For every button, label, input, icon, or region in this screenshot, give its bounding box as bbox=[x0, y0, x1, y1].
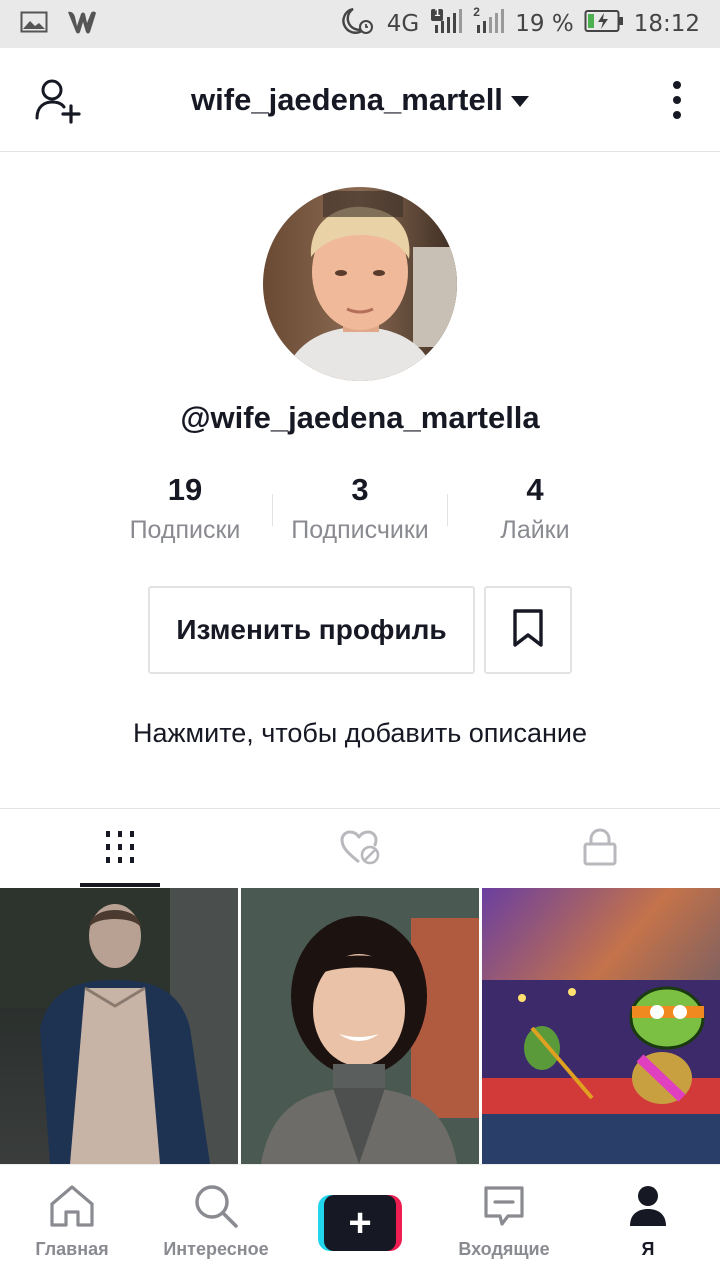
stat-label: Лайки bbox=[500, 516, 570, 544]
video-thumbnail[interactable] bbox=[241, 888, 479, 1164]
stat-following[interactable]: 19 Подписки bbox=[85, 470, 285, 545]
avatar[interactable] bbox=[263, 187, 457, 381]
stat-value: 3 bbox=[351, 472, 369, 507]
gallery-notification-icon bbox=[20, 11, 48, 38]
battery-percent: 19 % bbox=[515, 11, 574, 37]
liked-hidden-icon bbox=[339, 829, 381, 870]
nav-create[interactable]: + bbox=[288, 1165, 432, 1280]
signal-sim2-icon: 2 bbox=[473, 4, 505, 42]
search-icon bbox=[193, 1183, 239, 1234]
stat-likes[interactable]: 4 Лайки bbox=[435, 470, 635, 545]
profile-handle: @wife_jaedena_martella bbox=[180, 400, 540, 435]
add-user-icon[interactable] bbox=[34, 78, 84, 124]
bottom-navigation: Главная Интересное + Входящие Я bbox=[0, 1164, 720, 1280]
stat-followers[interactable]: 3 Подписчики bbox=[260, 470, 460, 545]
video-grid bbox=[0, 888, 720, 1164]
more-vertical-icon[interactable] bbox=[670, 80, 684, 120]
inbox-icon bbox=[482, 1184, 526, 1233]
signal-sim1-icon: 1 bbox=[429, 7, 463, 42]
wattpad-notification-icon bbox=[66, 9, 98, 40]
bookmark-icon bbox=[512, 608, 544, 653]
nav-profile[interactable]: Я bbox=[576, 1165, 720, 1280]
account-switcher[interactable]: wife_jaedena_martell bbox=[191, 82, 529, 118]
nav-label: Я bbox=[641, 1239, 655, 1259]
nav-home[interactable]: Главная bbox=[0, 1165, 144, 1280]
do-not-disturb-icon bbox=[339, 6, 377, 43]
home-icon bbox=[48, 1184, 96, 1233]
tab-liked[interactable] bbox=[240, 809, 480, 889]
nav-label: Интересное bbox=[163, 1239, 269, 1259]
clock: 18:12 bbox=[633, 11, 700, 37]
edit-profile-button[interactable]: Изменить профиль bbox=[148, 586, 475, 674]
profile-header: wife_jaedena_martell bbox=[0, 48, 720, 152]
network-type: 4G bbox=[386, 11, 420, 37]
caret-down-icon bbox=[510, 96, 529, 107]
favorites-button[interactable] bbox=[484, 586, 572, 674]
lock-icon bbox=[583, 827, 617, 871]
tab-videos[interactable] bbox=[0, 809, 240, 889]
stat-value: 19 bbox=[167, 472, 203, 507]
header-username: wife_jaedena_martell bbox=[191, 81, 503, 117]
grid-icon bbox=[105, 830, 135, 868]
profile-icon bbox=[628, 1184, 668, 1233]
stat-value: 4 bbox=[526, 472, 544, 507]
stat-label: Подписки bbox=[129, 516, 241, 544]
nav-label: Входящие bbox=[458, 1239, 550, 1259]
profile-stats: 19 Подписки 3 Подписчики 4 Лайки bbox=[0, 470, 720, 560]
nav-label: Главная bbox=[35, 1239, 109, 1259]
create-plus-icon: + bbox=[318, 1195, 402, 1251]
sim2-badge: 2 bbox=[473, 4, 480, 19]
stat-label: Подписчики bbox=[291, 516, 429, 544]
battery-charging-icon bbox=[584, 9, 624, 40]
video-thumbnail[interactable] bbox=[0, 888, 238, 1164]
video-thumbnail[interactable] bbox=[482, 888, 720, 1164]
bio-placeholder[interactable]: Нажмите, чтобы добавить описание bbox=[0, 718, 720, 749]
nav-discover[interactable]: Интересное bbox=[144, 1165, 288, 1280]
active-tab-indicator bbox=[80, 883, 160, 887]
nav-inbox[interactable]: Входящие bbox=[432, 1165, 576, 1280]
profile-tabs bbox=[0, 808, 720, 888]
sim1-badge: 1 bbox=[434, 6, 441, 19]
status-bar: 4G 1 2 19 % 18:12 bbox=[0, 0, 720, 48]
tab-private[interactable] bbox=[480, 809, 720, 889]
